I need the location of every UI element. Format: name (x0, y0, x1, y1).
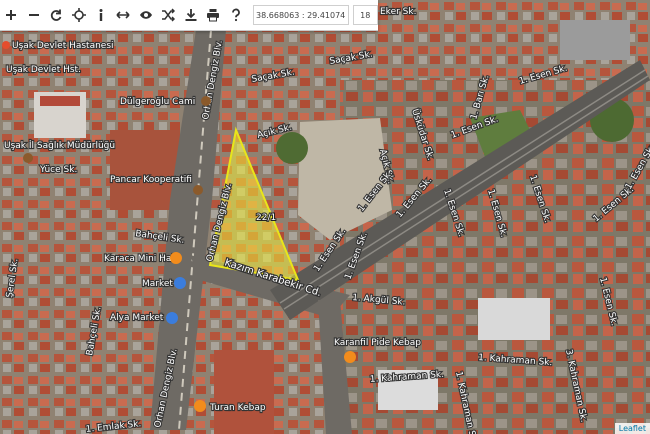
printer-icon (207, 9, 220, 22)
map-toolbar: 38.668063 : 29.41074 18 (0, 0, 378, 31)
pancar-building (110, 130, 180, 210)
locate-button[interactable] (67, 0, 89, 30)
leaflet-attribution-link[interactable]: Leaflet (614, 423, 650, 434)
poi-label: Uşak Devlet Hst. (6, 65, 81, 75)
coordinates-display: 38.668063 : 29.41074 (252, 5, 349, 25)
zoom-level-display: 18 (352, 5, 378, 25)
street-label: Eker Sk. (380, 7, 416, 17)
tree-cluster (276, 132, 308, 164)
pancar-label: Pancar Kooperatifi (110, 175, 192, 185)
hospital-roof (40, 96, 80, 106)
cart-icon (166, 312, 178, 324)
help-button[interactable] (224, 0, 246, 30)
eye-icon (139, 11, 152, 19)
health-directorate-label: Uşak İl Sağlık Müdürlüğü (4, 140, 115, 151)
satellite-map[interactable]: 22/1 Orhan Dengiz Blv. Orhan Dengiz Blv.… (0, 0, 650, 434)
info-button[interactable] (90, 0, 112, 30)
turan-label: Turan Kebap (209, 403, 266, 413)
fork-knife-icon (194, 400, 206, 412)
plus-icon (6, 10, 17, 20)
karanfil-label: Karanfil Pide Kebap (334, 338, 421, 348)
view-button[interactable] (135, 0, 157, 30)
mosque-label: Dülgeroğlu Cami (120, 97, 195, 107)
zoom-in-button[interactable] (0, 0, 22, 30)
print-button[interactable] (202, 0, 224, 30)
measure-button[interactable] (112, 0, 134, 30)
minus-icon (28, 14, 39, 16)
karaca-poi[interactable]: Karaca Mini Hal (103, 252, 182, 265)
alya-poi[interactable]: Alya Market (109, 312, 178, 324)
crosshair-icon (71, 8, 86, 22)
zoom-out-button[interactable] (22, 0, 44, 30)
building-icon (23, 153, 33, 163)
parcel-label: 22/1 (256, 213, 276, 223)
hospital-poi-label: Uşak Devlet Hastanesi (12, 41, 114, 51)
fork-knife-icon (170, 252, 182, 264)
arrows-horizontal-icon (116, 11, 130, 19)
refresh-button[interactable] (45, 0, 67, 30)
parking-area (560, 20, 630, 60)
cart-icon (174, 277, 186, 289)
fork-knife-icon (344, 351, 356, 363)
question-icon (231, 8, 240, 22)
download-button[interactable] (180, 0, 202, 30)
flat-roof-building (478, 298, 550, 340)
mosque-icon (201, 96, 211, 106)
building-icon (193, 185, 203, 195)
market-label: Market (142, 279, 173, 289)
market-poi[interactable]: Market (141, 277, 186, 290)
hospital-poi[interactable]: Uşak Devlet Hastanesi (2, 40, 115, 52)
karaca-label: Karaca Mini Hal (104, 254, 174, 264)
info-icon (99, 9, 103, 21)
street-label: Yüce Sk. (39, 165, 77, 175)
shuffle-button[interactable] (157, 0, 179, 30)
download-icon (185, 9, 197, 21)
refresh-icon (50, 9, 62, 21)
warehouse-building (214, 350, 274, 434)
shuffle-icon (162, 8, 176, 22)
alya-label: Alya Market (110, 313, 164, 323)
